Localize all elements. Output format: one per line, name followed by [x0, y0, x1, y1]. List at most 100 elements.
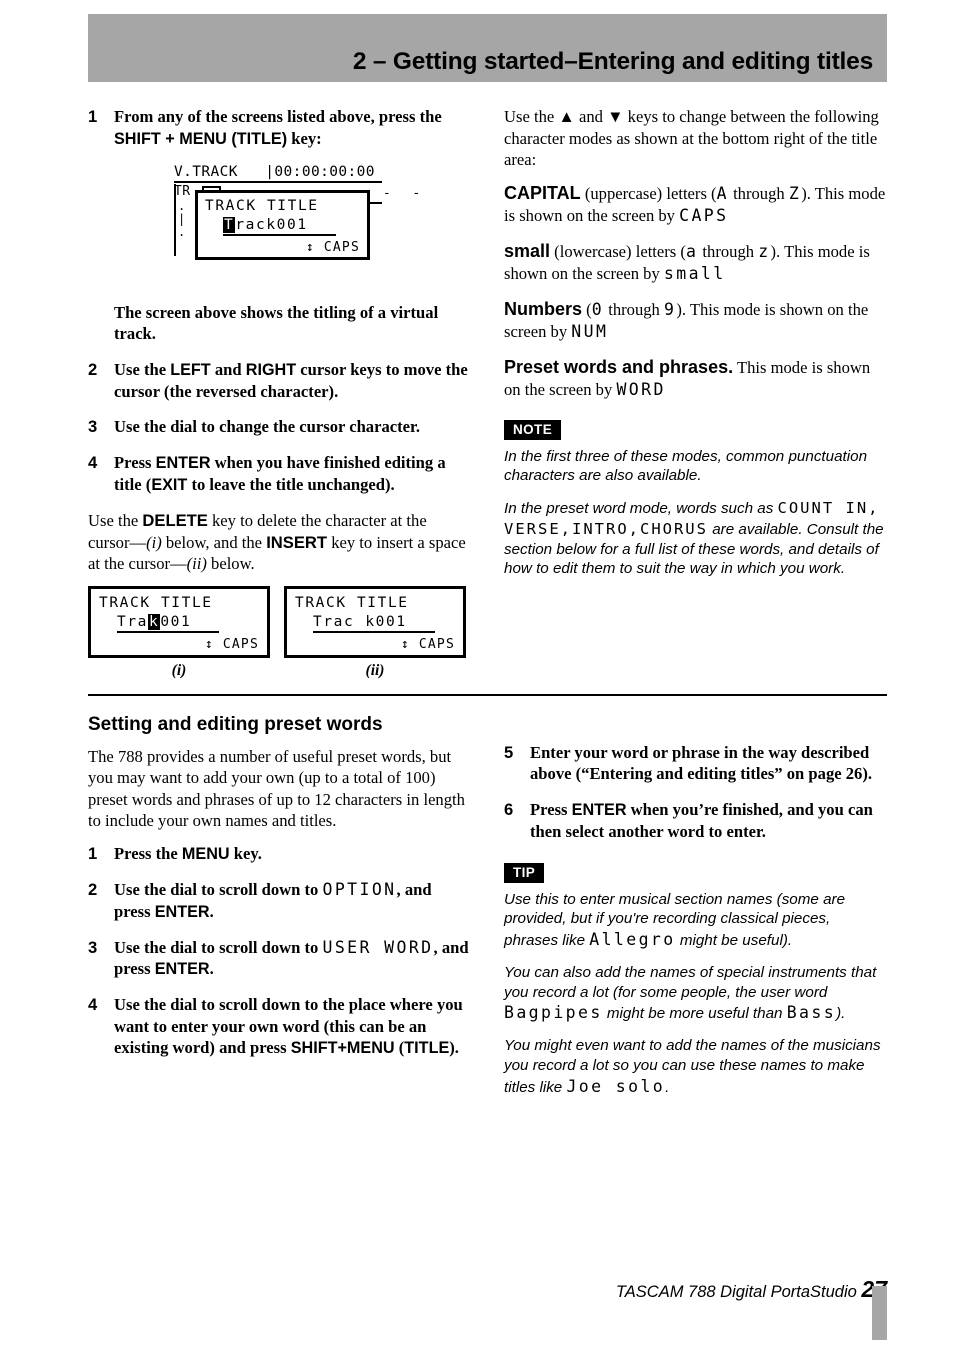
- lcd-char-zero: 0: [591, 299, 605, 319]
- lcd-char-z: Z: [788, 183, 802, 203]
- lcd-char-nine: 9: [663, 299, 677, 319]
- figure-i-caption: (i): [171, 661, 187, 679]
- lcd-value-before: Tra: [117, 613, 148, 630]
- step-number: 5: [504, 742, 514, 762]
- step-text-part: From any of the screens listed above, pr…: [114, 107, 442, 126]
- tip-paragraph-1: Use this to enter musical section names …: [504, 890, 886, 951]
- left-column-lower: Setting and editing preset words The 788…: [88, 704, 470, 1110]
- tip-admonition: TIP Use this to enter musical section na…: [504, 857, 886, 1098]
- right-column: Use the ▲ and ▼ keys to change between t…: [504, 106, 886, 680]
- mode-label-capital: CAPITAL: [504, 182, 581, 203]
- lcd-dialog-mode: ↕ CAPS: [400, 636, 455, 652]
- figure-captions-row: (i) (ii): [88, 662, 470, 680]
- para-part: below, and the: [161, 532, 267, 552]
- note-badge: NOTE: [504, 419, 562, 440]
- key-insert: INSERT: [266, 532, 328, 552]
- lcd-char-z-lower: z: [758, 241, 771, 261]
- step-number: 2: [88, 359, 98, 379]
- mode-capital: CAPITAL (uppercase) letters (A through Z…: [504, 182, 886, 227]
- step-text-part: .: [209, 959, 214, 979]
- key-exit: EXIT: [151, 476, 188, 494]
- key-delete: DELETE: [142, 511, 208, 531]
- step-3-dial-change-character: 3 Use the dial to change the cursor char…: [88, 416, 470, 438]
- tip-body: Use this to enter musical section names …: [504, 890, 886, 1098]
- down-arrow-icon: ▼: [607, 107, 624, 126]
- para-part: (: [582, 299, 592, 319]
- lcd-word-bass: Bass: [786, 1003, 837, 1023]
- lcd-figure-i: TRACK TITLE Trak001 ↕ CAPS: [88, 585, 270, 658]
- page-footer: TASCAM 788 Digital PortaStudio 27: [88, 1276, 887, 1303]
- lcd-divider-line: [174, 183, 176, 256]
- lcd-mode-num: NUM: [571, 321, 609, 341]
- step-number: 4: [88, 995, 98, 1015]
- ref-fig-ii: (ii): [186, 554, 207, 574]
- note-admonition: NOTE In the first three of these modes, …: [504, 414, 886, 580]
- lcd-word-bagpipes: Bagpipes: [504, 1003, 603, 1023]
- step-1-press-shift-menu: 1 From any of the screens listed above, …: [88, 106, 470, 150]
- step-text-part: Press: [114, 452, 156, 472]
- lcd-char-a: A: [716, 183, 729, 203]
- step-6-press-enter: 6 Press ENTER when you’re finished, and …: [504, 799, 886, 843]
- page-title: 2 – Getting started–Entering and editing…: [352, 48, 873, 75]
- para-part: In the preset word mode, words such as: [504, 500, 778, 517]
- left-column: 1 From any of the screens listed above, …: [88, 106, 470, 680]
- lcd-dialog-title: TRACK TITLE: [205, 197, 319, 214]
- mode-numbers: Numbers (0 through 9). This mode is show…: [504, 298, 886, 343]
- key-enter: ENTER: [154, 902, 210, 921]
- step-text-part: Press: [530, 799, 572, 819]
- note-body: In the first three of these modes, commo…: [504, 447, 886, 580]
- lcd-track-title-dialog: TRACK TITLE Track001 ↕ CAPS: [195, 189, 370, 260]
- figures-i-ii: TRACK TITLE Trak001 ↕ CAPS TRACK TITLE T…: [88, 585, 470, 658]
- step-number: 6: [504, 799, 514, 819]
- lcd-word-joe-solo: Joe solo: [566, 1076, 666, 1096]
- lcd-dialog-title: TRACK TITLE: [295, 594, 409, 611]
- para-part: (lowercase) letters (: [550, 241, 686, 261]
- figure-ii-caption: (ii): [365, 661, 385, 679]
- step-body: From any of the screens listed above, pr…: [114, 106, 470, 150]
- note-paragraph-2: In the preset word mode, words such as C…: [504, 498, 886, 579]
- step-text-part: Press the: [114, 844, 182, 863]
- para-part: might be useful).: [675, 932, 793, 949]
- lcd-word-allegro: Allegro: [589, 930, 676, 949]
- para-part: might be more useful than: [602, 1005, 787, 1023]
- tip-paragraph-3: You might even want to add the names of …: [504, 1036, 886, 1097]
- para-part: .: [665, 1078, 670, 1096]
- key-enter: ENTER: [571, 800, 627, 819]
- lcd-mode-word: WORD: [616, 379, 666, 399]
- step-1-press-menu: 1 Press the MENU key.: [88, 843, 470, 865]
- step-text-part: to leave the title unchanged).: [187, 475, 395, 494]
- step-2-cursor-keys: 2 Use the LEFT and RIGHT cursor keys to …: [88, 359, 470, 403]
- lcd-value-after: 001: [160, 613, 192, 630]
- lcd-cursor-character: T: [223, 216, 236, 233]
- para-part: through: [698, 241, 759, 261]
- two-column-layout-lower: Setting and editing preset words The 788…: [88, 704, 887, 1110]
- step-number: 1: [88, 107, 98, 126]
- step-text-part: (: [394, 1038, 405, 1058]
- mode-preset-words: Preset words and phrases. This mode is s…: [504, 356, 886, 401]
- right-column-lower: 5 Enter your word or phrase in the way d…: [504, 704, 886, 1110]
- para-part: and: [574, 107, 608, 126]
- step-text-part: Use the dial to scroll down to: [114, 937, 323, 957]
- lcd-dialog-value: Track001: [223, 216, 336, 236]
- para-part: You can also add the names of special in…: [504, 963, 877, 1001]
- step-body: Enter your word or phrase in the way des…: [530, 742, 873, 784]
- mode-label-numbers: Numbers: [504, 298, 583, 319]
- lcd-value-after: k001: [365, 613, 407, 630]
- tip-paragraph-2: You can also add the names of special in…: [504, 963, 886, 1024]
- para-part: You might even want to add the names of …: [504, 1037, 881, 1096]
- tip-badge: TIP: [504, 862, 545, 883]
- section-heading-preset-words: Setting and editing preset words: [88, 713, 383, 735]
- lcd-dialog-value: Trak001: [117, 613, 220, 633]
- lcd-mode-small: small: [663, 264, 726, 284]
- key-enter: ENTER: [155, 453, 211, 472]
- ref-fig-i: (i): [146, 532, 162, 552]
- step-body: Use the dial to scroll down to OPTION, a…: [114, 879, 470, 923]
- character-modes-intro: Use the ▲ and ▼ keys to change between t…: [504, 106, 886, 171]
- lcd-char-a-lower: a: [685, 241, 699, 261]
- step-number: 3: [88, 417, 98, 437]
- mode-label-small: small: [504, 240, 551, 261]
- page-header-band: 2 – Getting started–Entering and editing…: [88, 14, 887, 82]
- key-menu: MENU: [181, 845, 230, 863]
- key-enter: ENTER: [154, 960, 210, 979]
- footer-product-name: TASCAM 788 Digital PortaStudio: [615, 1283, 862, 1301]
